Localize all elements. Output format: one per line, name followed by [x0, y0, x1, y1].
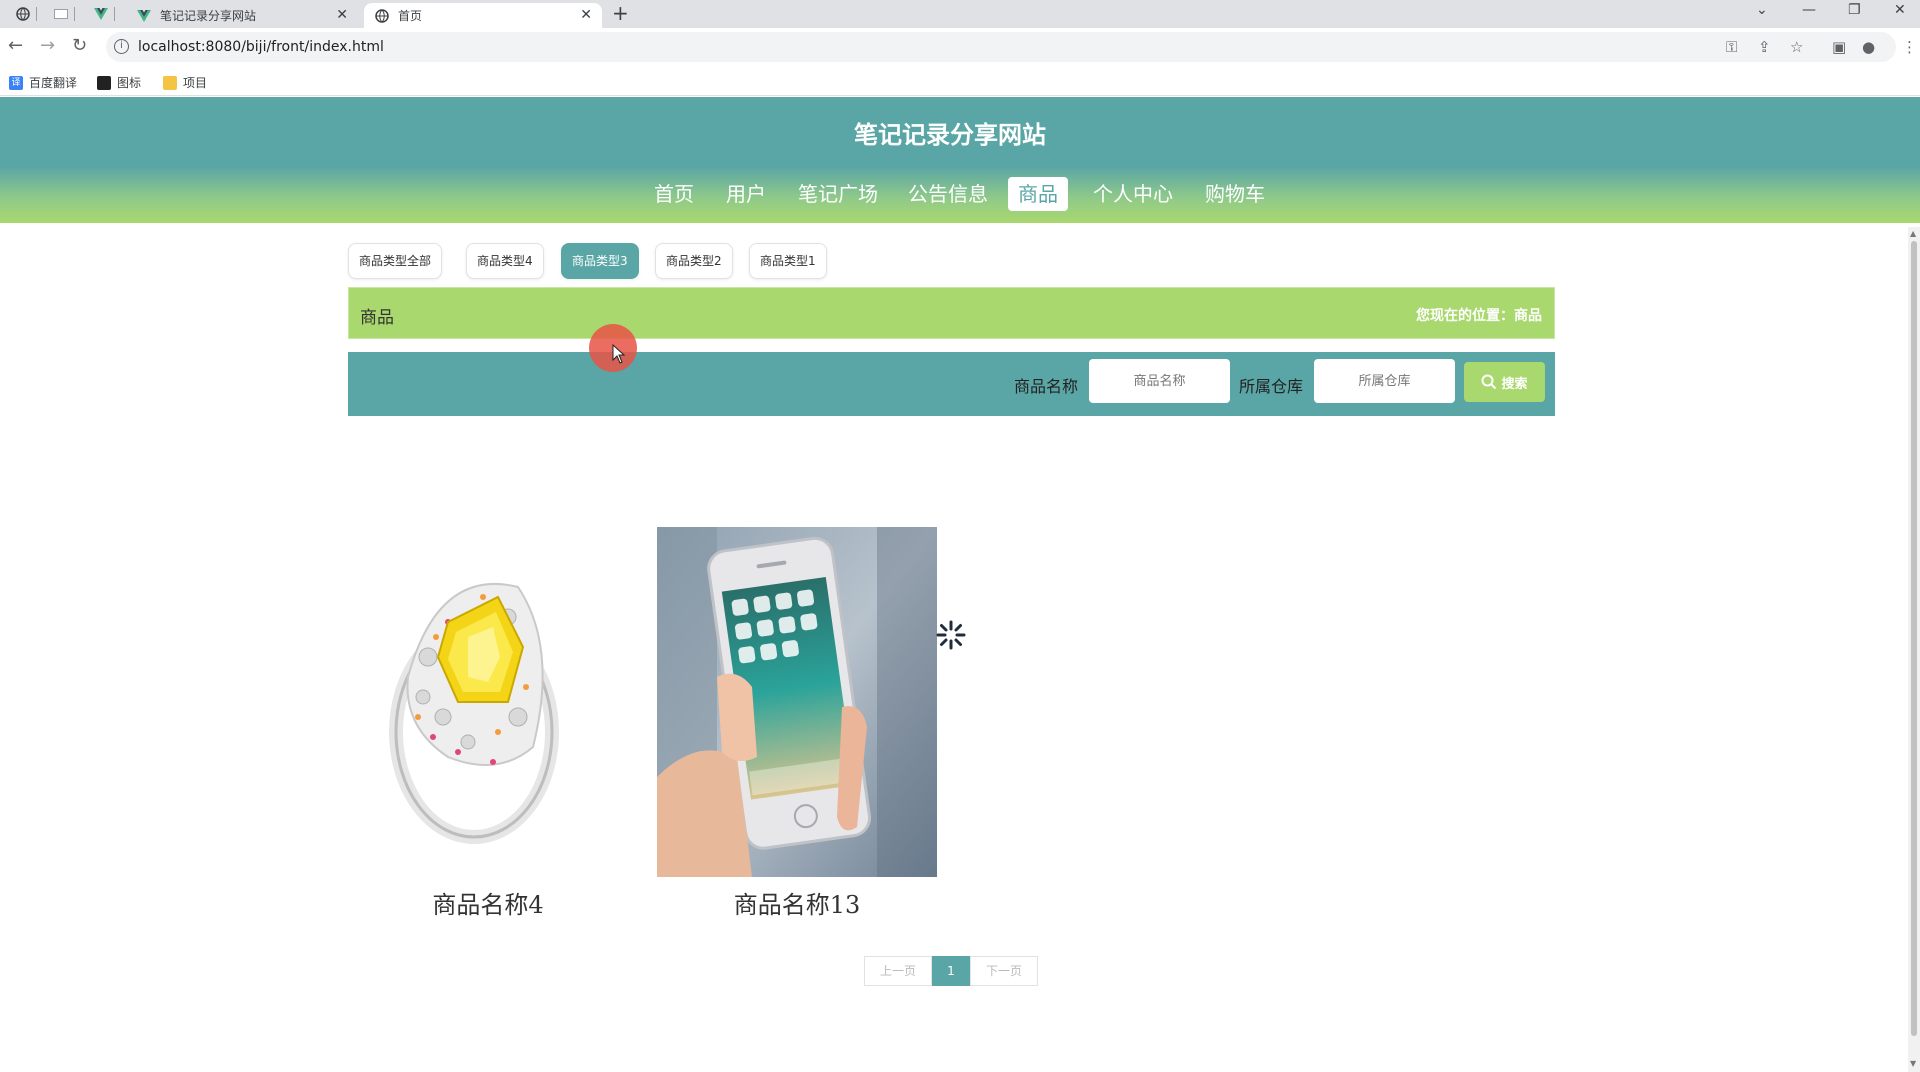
minimize-icon[interactable]: —: [1802, 2, 1816, 18]
product-name[interactable]: 商品名称13: [657, 885, 937, 920]
product-card[interactable]: 商品名称13: [657, 527, 937, 920]
bookmark-project[interactable]: 项目: [163, 74, 207, 91]
page-viewport: 笔记记录分享网站 首页 用户 笔记广场 公告信息 商品 个人中心 购物车 商品类…: [0, 97, 1920, 1072]
search-button[interactable]: 搜索: [1464, 362, 1545, 402]
product-image-ring[interactable]: [348, 527, 628, 877]
category-type3[interactable]: 商品类型3: [561, 243, 639, 279]
omnibox[interactable]: i localhost:8080/biji/front/index.html ⚿…: [106, 32, 1917, 62]
tab-title: 首页: [398, 9, 423, 23]
star-icon[interactable]: ☆: [1790, 38, 1803, 56]
product-name-label: 商品名称: [1014, 377, 1079, 396]
tab-home[interactable]: 首页 ✕: [364, 3, 602, 28]
category-type2[interactable]: 商品类型2: [655, 243, 733, 279]
back-icon[interactable]: ←: [8, 35, 23, 56]
product-name-input[interactable]: [1089, 359, 1230, 403]
tab-search-chevron-icon[interactable]: ⌄: [1756, 2, 1768, 18]
bookmark-icons[interactable]: 图标: [97, 74, 141, 91]
side-panel-icon[interactable]: ▣: [1832, 38, 1846, 56]
url-text[interactable]: localhost:8080/biji/front/index.html: [138, 39, 384, 55]
close-icon[interactable]: ✕: [336, 7, 348, 23]
close-window-icon[interactable]: ✕: [1894, 2, 1906, 18]
diamond-ring-image: [348, 527, 628, 877]
scroll-up-icon[interactable]: ▲: [1910, 229, 1916, 238]
browser-tab-strip: 笔记记录分享网站 ✕ 首页 ✕ + ⌄ — ❐ ✕: [0, 0, 1920, 28]
product-image-phone[interactable]: [657, 527, 937, 877]
page-1-button[interactable]: 1: [932, 956, 970, 986]
new-tab-icon[interactable]: +: [612, 1, 629, 25]
breadcrumb: 商品 您现在的位置：商品: [348, 287, 1555, 339]
vue-icon: [137, 9, 151, 22]
category-all[interactable]: 商品类型全部: [348, 243, 443, 279]
pinned-tab-vue[interactable]: [88, 3, 115, 25]
search-icon: [1481, 374, 1497, 390]
loading-spinner-icon: [936, 620, 966, 650]
vertical-scrollbar[interactable]: ▲ ▼: [1908, 227, 1920, 1072]
blank-page-icon: [54, 9, 68, 19]
reload-icon[interactable]: ↻: [72, 35, 87, 56]
nav-notes-square[interactable]: 笔记广场: [790, 177, 886, 211]
profile-icon[interactable]: ●: [1862, 38, 1875, 56]
key-icon[interactable]: ⚿: [1726, 38, 1737, 56]
bookmarks-bar: 译 百度翻译 图标 项目: [0, 66, 1920, 96]
next-page-button[interactable]: 下一页: [970, 956, 1038, 986]
share-icon[interactable]: ⇪: [1758, 38, 1771, 56]
current-location: 您现在的位置：商品: [1416, 308, 1542, 324]
scroll-down-icon[interactable]: ▼: [1910, 1059, 1916, 1068]
search-panel: 商品名称 所属仓库 搜索: [348, 352, 1555, 416]
vue-icon: [94, 8, 108, 20]
nav-cart[interactable]: 购物车: [1198, 177, 1272, 211]
page-title: 商品: [360, 308, 394, 328]
globe-icon: [16, 7, 30, 21]
pagination: 上一页 1 下一页: [864, 956, 1038, 986]
close-icon[interactable]: ✕: [580, 7, 592, 23]
pinned-tab-globe[interactable]: [10, 3, 37, 25]
product-name[interactable]: 商品名称4: [348, 885, 628, 920]
smartphone-in-hand-image: [657, 527, 937, 877]
search-button-label: 搜索: [1501, 376, 1528, 392]
category-type4[interactable]: 商品类型4: [466, 243, 544, 279]
pinned-tab-blank[interactable]: [48, 3, 75, 25]
translate-icon: 译: [9, 75, 23, 90]
restore-icon[interactable]: ❐: [1848, 2, 1861, 18]
category-type1[interactable]: 商品类型1: [749, 243, 827, 279]
site-info-icon[interactable]: i: [114, 39, 129, 54]
main-nav: 首页 用户 笔记广场 公告信息 商品 个人中心 购物车: [0, 177, 1920, 211]
nav-announcements[interactable]: 公告信息: [900, 177, 996, 211]
site-title: 笔记记录分享网站: [854, 121, 1046, 149]
warehouse-input[interactable]: [1314, 359, 1455, 403]
folder-icon: [163, 75, 177, 90]
mouse-cursor-icon: [612, 344, 626, 364]
nav-users[interactable]: 用户: [718, 177, 774, 211]
nav-personal-center[interactable]: 个人中心: [1088, 177, 1178, 211]
product-card[interactable]: 商品名称4: [348, 527, 628, 920]
tab-title: 笔记记录分享网站: [160, 9, 257, 23]
forward-icon[interactable]: →: [40, 35, 55, 56]
address-bar: ← → ↻ i localhost:8080/biji/front/index.…: [0, 28, 1920, 66]
bookmark-icon: [97, 75, 111, 90]
nav-products[interactable]: 商品: [1008, 177, 1068, 211]
prev-page-button[interactable]: 上一页: [864, 956, 932, 986]
site-header: 笔记记录分享网站 首页 用户 笔记广场 公告信息 商品 个人中心 购物车: [0, 97, 1920, 223]
scrollbar-thumb[interactable]: [1911, 241, 1917, 1036]
globe-icon: [375, 8, 389, 23]
warehouse-label: 所属仓库: [1239, 377, 1304, 396]
bookmark-baidu-translate[interactable]: 译 百度翻译: [9, 74, 77, 91]
tab-site[interactable]: 笔记记录分享网站 ✕: [126, 3, 358, 28]
nav-home[interactable]: 首页: [646, 177, 702, 211]
menu-icon[interactable]: ⋮: [1902, 38, 1917, 56]
